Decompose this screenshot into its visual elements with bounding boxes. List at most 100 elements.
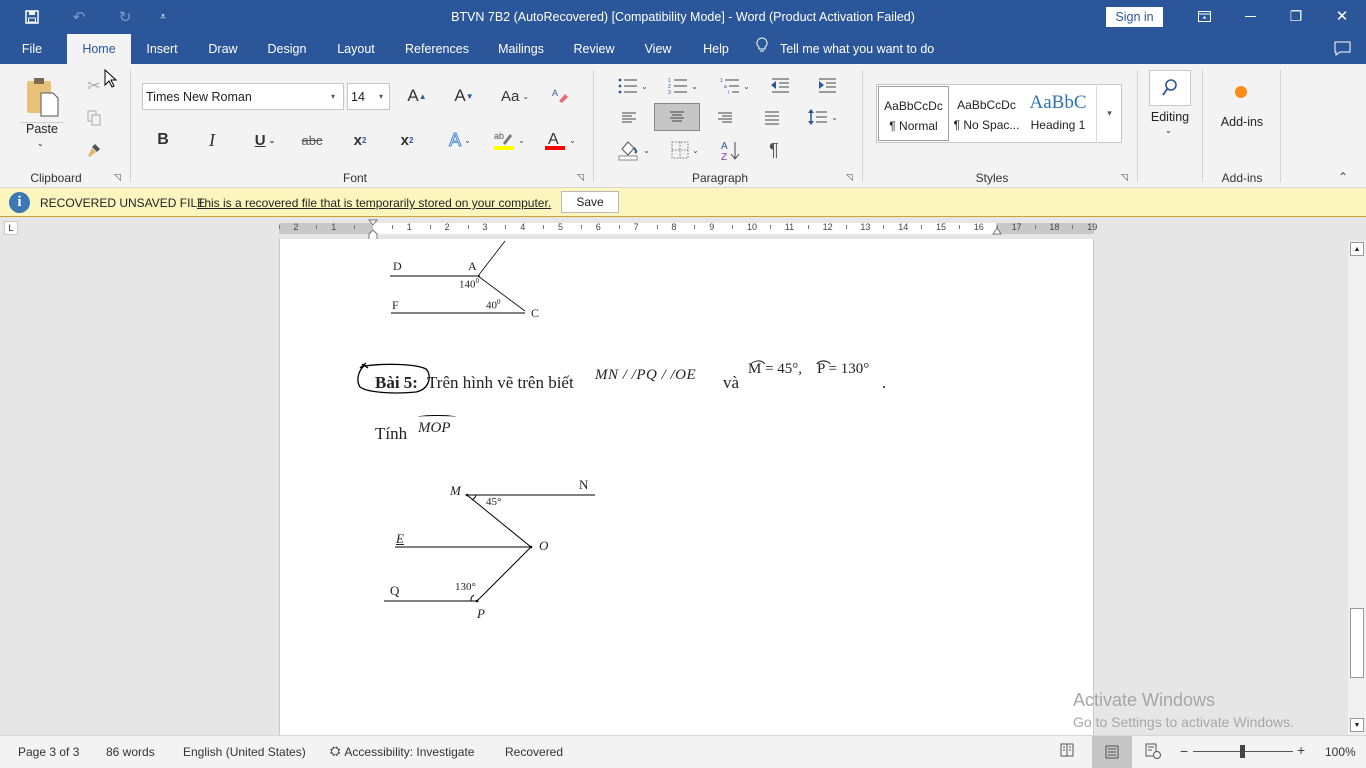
tab-mailings[interactable]: Mailings: [491, 34, 551, 64]
first-line-indent-marker[interactable]: [367, 218, 379, 228]
style-heading-1[interactable]: AaBbC Heading 1: [1022, 86, 1094, 141]
tab-draw[interactable]: Draw: [203, 34, 243, 64]
close-button[interactable]: ✕: [1319, 0, 1365, 32]
accessibility-checker[interactable]: ⛭ Accessibility: Investigate: [330, 743, 474, 759]
zoom-in-button[interactable]: +: [1297, 742, 1305, 758]
redo-icon[interactable]: ↻: [114, 7, 136, 27]
align-right-icon[interactable]: [713, 106, 737, 130]
font-launcher-icon[interactable]: ◹: [577, 172, 584, 183]
align-center-button[interactable]: [654, 103, 700, 131]
font-name-dropdown-icon[interactable]: ▾: [331, 92, 343, 101]
comments-icon[interactable]: [1334, 41, 1351, 59]
shrink-font-button[interactable]: A ▼: [453, 84, 475, 108]
addins-icon[interactable]: [1235, 86, 1247, 98]
superscript-button[interactable]: x2: [395, 128, 419, 152]
sign-in-button[interactable]: Sign in: [1106, 7, 1163, 27]
page-count[interactable]: Page 3 of 3: [18, 745, 79, 759]
show-formatting-marks-button[interactable]: ¶: [762, 137, 786, 163]
borders-button[interactable]: ⌄: [666, 137, 704, 163]
save-icon[interactable]: [21, 7, 43, 27]
addins-button[interactable]: Add-ins: [1212, 115, 1272, 129]
font-color-button[interactable]: A ⌄: [541, 128, 579, 152]
zoom-level[interactable]: 100%: [1325, 745, 1356, 759]
style-normal[interactable]: AaBbCcDc ¶ Normal: [878, 86, 949, 141]
read-mode-icon[interactable]: [1060, 743, 1076, 759]
subscript-button[interactable]: x2: [348, 128, 372, 152]
right-indent-marker[interactable]: [992, 224, 1002, 235]
strikethrough-button[interactable]: abc: [298, 128, 326, 152]
italic-button[interactable]: I: [201, 128, 223, 152]
close-icon: ✕: [1335, 8, 1349, 25]
ruler-number: 12: [822, 222, 833, 232]
tab-selector-icon[interactable]: L: [4, 221, 18, 235]
paste-label[interactable]: Paste: [20, 122, 64, 136]
tab-view[interactable]: View: [638, 34, 678, 64]
tab-file[interactable]: File: [14, 34, 50, 64]
shading-button[interactable]: ⌄: [614, 137, 654, 163]
tab-references[interactable]: References: [401, 34, 473, 64]
tab-insert[interactable]: Insert: [140, 34, 184, 64]
tab-design[interactable]: Design: [261, 34, 313, 64]
justify-icon[interactable]: [760, 106, 784, 130]
zoom-slider-thumb[interactable]: [1240, 745, 1245, 758]
scroll-down-icon[interactable]: ▼: [1350, 718, 1364, 732]
grow-font-button[interactable]: A ▲: [406, 84, 428, 108]
web-layout-icon[interactable]: [1145, 743, 1161, 759]
tab-home[interactable]: Home: [67, 34, 131, 64]
document-page[interactable]: D A 1400 F 400 C Bài 5: Trên hình vẽ trê…: [279, 239, 1094, 735]
tab-review[interactable]: Review: [569, 34, 619, 64]
tell-me-search[interactable]: Tell me what you want to do: [756, 34, 956, 64]
style-no-spacing[interactable]: AaBbCcDc ¶ No Spac...: [951, 86, 1022, 141]
paste-button[interactable]: [22, 72, 62, 122]
decrease-indent-icon[interactable]: [768, 74, 792, 98]
styles-more-icon[interactable]: ▾: [1096, 84, 1122, 143]
clipboard-launcher-icon[interactable]: ◹: [114, 172, 121, 183]
horizontal-ruler[interactable]: 2 1 1 2 3 4 5 6 7 8 9 10 11 12 13 14 15 16 17 18 19: [278, 219, 1097, 241]
vertical-scrollbar[interactable]: ▲ ▼: [1348, 241, 1366, 735]
format-painter-icon[interactable]: [84, 140, 104, 160]
label-f: F: [392, 298, 399, 312]
underline-button[interactable]: U ⌄: [246, 128, 284, 152]
ribbon-display-options-icon[interactable]: [1181, 0, 1227, 32]
bold-button[interactable]: B: [152, 128, 174, 152]
editing-button[interactable]: [1149, 70, 1191, 106]
language[interactable]: English (United States): [183, 745, 306, 759]
bullets-button[interactable]: ⌄: [614, 74, 652, 98]
font-size-box[interactable]: 14 ▾: [347, 83, 390, 110]
ruler-bar: L 2 1 1 2 3 4 5 6 7 8 9 10 11 12 13 14 15 16 17 18 19: [0, 217, 1366, 241]
editing-dropdown-icon[interactable]: ⌄: [1165, 126, 1172, 135]
editing-label[interactable]: Editing: [1144, 110, 1196, 124]
copy-icon[interactable]: [84, 108, 104, 128]
zoom-out-button[interactable]: −: [1180, 743, 1188, 759]
highlight-button[interactable]: ab ⌄: [490, 128, 528, 152]
scroll-thumb[interactable]: [1350, 608, 1364, 678]
sort-icon[interactable]: AZ: [718, 137, 742, 163]
word-count[interactable]: 86 words: [106, 745, 155, 759]
styles-launcher-icon[interactable]: ◹: [1121, 172, 1128, 183]
print-layout-button[interactable]: [1092, 736, 1132, 768]
clear-formatting-icon[interactable]: A: [548, 84, 572, 108]
customize-qat-icon[interactable]: ⩡: [152, 7, 174, 27]
tab-help[interactable]: Help: [696, 34, 736, 64]
svg-text:i: i: [728, 90, 729, 94]
minimize-button[interactable]: [1227, 0, 1273, 32]
font-name-box[interactable]: Times New Roman ▾: [142, 83, 344, 110]
paragraph-launcher-icon[interactable]: ◹: [846, 172, 853, 183]
align-left-icon[interactable]: [617, 106, 641, 130]
multilevel-list-button[interactable]: 1 a i ⌄: [718, 74, 752, 98]
tab-layout[interactable]: Layout: [331, 34, 381, 64]
scroll-up-icon[interactable]: ▲: [1350, 242, 1364, 256]
line-spacing-button[interactable]: ⌄: [806, 104, 840, 130]
text-effects-button[interactable]: A ⌄: [444, 128, 476, 152]
cut-icon[interactable]: ✂: [84, 76, 104, 96]
undo-icon[interactable]: ↶: [68, 7, 90, 27]
collapse-ribbon-icon[interactable]: ⌃: [1338, 170, 1348, 184]
restore-button[interactable]: ❐: [1273, 0, 1319, 32]
numbering-button[interactable]: 1 2 3 ⌄: [664, 74, 702, 98]
change-case-button[interactable]: Aa ⌄: [499, 84, 531, 108]
message-save-button[interactable]: Save: [561, 191, 619, 213]
increase-indent-icon[interactable]: [815, 74, 839, 98]
font-size-dropdown-icon[interactable]: ▾: [379, 92, 389, 101]
paste-dropdown-icon[interactable]: ⌄: [37, 139, 44, 148]
message-text-link[interactable]: This is a recovered file that is tempora…: [197, 196, 551, 210]
